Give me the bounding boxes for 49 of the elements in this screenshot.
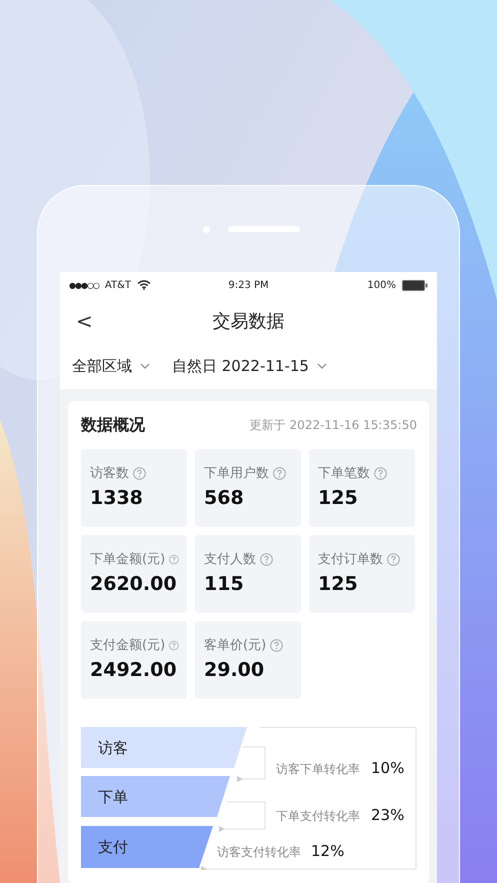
help-icon[interactable] (260, 552, 273, 566)
metric-label: 客单价(元) (204, 637, 266, 654)
leader-line (219, 802, 266, 832)
chevron-down-icon (140, 363, 150, 369)
metric-label: 下单用户数 (204, 465, 269, 482)
metric-value: 1338 (90, 487, 144, 509)
help-icon[interactable] (169, 552, 179, 566)
metric-value: 2492.00 (90, 659, 178, 681)
metric-label: 支付订单数 (318, 551, 383, 568)
help-icon[interactable] (133, 466, 146, 480)
rate-label: 下单支付转化率 (276, 809, 360, 823)
metric-value: 29.00 (204, 659, 266, 681)
metric-value: 125 (318, 573, 359, 595)
status-time: 9:23 PM (228, 280, 269, 290)
metric-value: 568 (204, 487, 245, 509)
stage-label: 支付 (98, 838, 128, 856)
back-button[interactable]: < (72, 308, 97, 332)
filter-dropdown[interactable]: 自然日 2022-11-15 (172, 356, 327, 376)
stage-label: 访客 (98, 739, 128, 757)
metric-value: 125 (318, 487, 359, 509)
wifi-icon (137, 280, 151, 290)
metric-label: 访客数 (90, 465, 129, 482)
metric-label: 下单金额(元) (90, 551, 166, 568)
metric-value: 2620.00 (90, 573, 178, 595)
metric-label: 下单笔数 (318, 465, 370, 482)
update-time: 更新于 2022-11-16 15:35:50 (250, 417, 417, 434)
filter-dropdown[interactable]: 全部区域 (72, 356, 150, 376)
stage-label: 下单 (98, 788, 128, 806)
help-icon[interactable] (273, 466, 286, 480)
rate-value: 12% (311, 842, 344, 860)
help-icon[interactable] (169, 638, 179, 652)
help-icon[interactable] (270, 638, 284, 652)
section-title: 数据概况 (81, 415, 145, 436)
metric-label: 支付金额(元) (90, 637, 166, 654)
rate-value: 10% (371, 759, 404, 777)
signal-dots: ●●●○○ (69, 280, 99, 290)
carrier-text: AT&T (104, 280, 131, 290)
leader-line (237, 746, 266, 782)
battery-icon (402, 280, 428, 290)
help-icon[interactable] (374, 466, 387, 480)
chevron-down-icon (316, 363, 327, 369)
metric-label: 支付人数 (204, 551, 256, 568)
rate-value: 23% (371, 806, 404, 824)
help-icon[interactable] (387, 552, 400, 566)
battery-percent: 100% (367, 280, 396, 290)
rate-label: 访客下单转化率 (276, 762, 360, 776)
rate-label: 访客支付转化率 (217, 845, 301, 859)
page-title: 交易数据 (212, 310, 284, 332)
metric-value: 115 (204, 573, 245, 595)
